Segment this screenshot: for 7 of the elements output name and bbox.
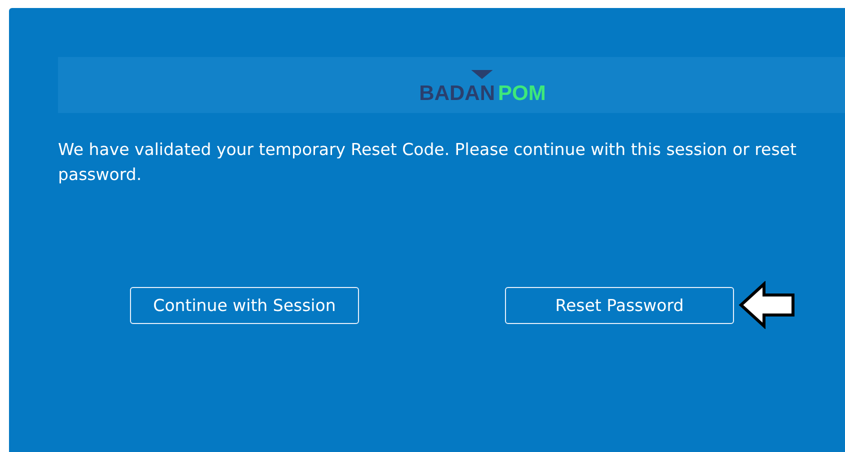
arrow-icon [738, 281, 796, 329]
logo-text: POM [498, 83, 546, 105]
action-button[interactable]: Continue with Session [130, 286, 359, 324]
message-text: We have validated your temporary Reset Code. Please continue with this session or reset password. [58, 139, 798, 186]
logo-text: BADAN [419, 83, 495, 105]
action-button[interactable]: Reset Password [505, 286, 734, 324]
triangle-icon [471, 70, 494, 79]
